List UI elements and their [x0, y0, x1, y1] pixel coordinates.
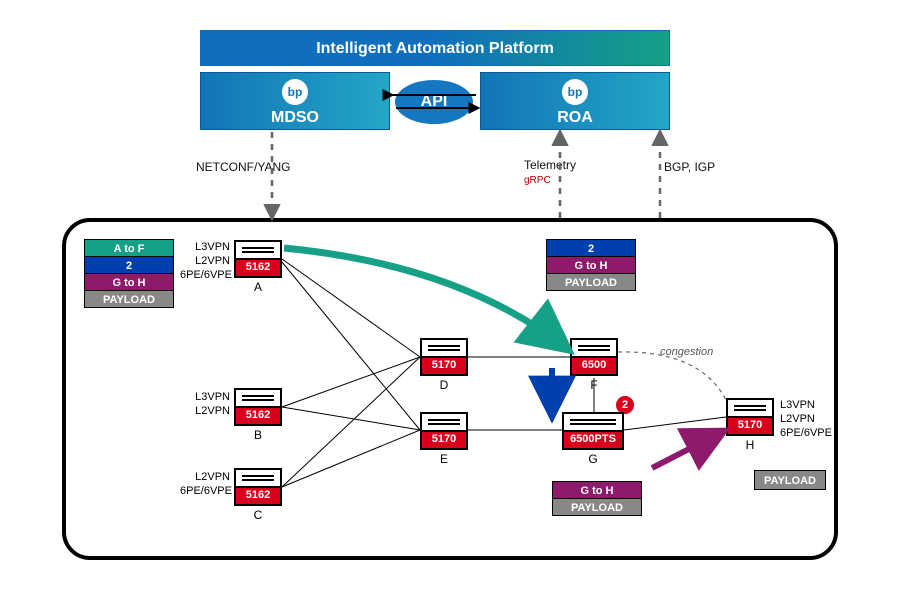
- router-h: 5170 H: [726, 398, 774, 452]
- telemetry-label: TelemetrygRPC: [524, 158, 576, 186]
- router-g-name: G: [562, 450, 624, 466]
- labels-h: L3VPNL2VPN6PE/6VPE: [780, 398, 836, 440]
- mdso-label: MDSO: [201, 105, 389, 127]
- router-e: 5170 E: [420, 412, 468, 466]
- roa-box: bp ROA: [480, 72, 670, 130]
- stack-topright: 2 G to H PAYLOAD: [546, 240, 636, 291]
- router-icon: [234, 468, 282, 488]
- router-c: 5162 C: [234, 468, 282, 522]
- router-c-model: 5162: [234, 488, 282, 506]
- labels-c: L2VPN6PE/6VPE: [180, 470, 230, 498]
- router-b-model: 5162: [234, 408, 282, 426]
- stack-topright-2: 2: [546, 239, 636, 257]
- labels-a: L3VPNL2VPN6PE/6VPE: [180, 240, 230, 282]
- router-d: 5170 D: [420, 338, 468, 392]
- router-b: 5162 B: [234, 388, 282, 442]
- router-e-name: E: [420, 450, 468, 466]
- router-d-name: D: [420, 376, 468, 392]
- router-icon: [234, 388, 282, 408]
- router-d-model: 5170: [420, 358, 468, 376]
- stack-left-payload: PAYLOAD: [84, 290, 174, 308]
- router-a-name: A: [234, 278, 282, 294]
- router-icon: [562, 412, 624, 432]
- router-g: 6500PTS G: [562, 412, 624, 466]
- router-a: 5162 A: [234, 240, 282, 294]
- bgp-label: BGP, IGP: [664, 160, 715, 174]
- stack-mid-payload: PAYLOAD: [552, 498, 642, 516]
- stack-topright-payload: PAYLOAD: [546, 273, 636, 291]
- router-icon: [234, 240, 282, 260]
- stack-mid-gtoh: G to H: [552, 481, 642, 499]
- stack-left: A to F 2 G to H PAYLOAD: [84, 240, 174, 308]
- mdso-box: bp MDSO: [200, 72, 390, 130]
- router-b-name: B: [234, 426, 282, 442]
- router-icon: [726, 398, 774, 418]
- router-h-name: H: [726, 436, 774, 452]
- router-g-model: 6500PTS: [562, 432, 624, 450]
- congestion-label: congestion: [660, 346, 713, 358]
- stack-topright-gtoh: G to H: [546, 256, 636, 274]
- stack-left-gtoh: G to H: [84, 273, 174, 291]
- netconf-label: NETCONF/YANG: [196, 160, 290, 174]
- router-icon: [420, 338, 468, 358]
- bp-badge-mdso: bp: [282, 79, 308, 105]
- router-icon: [570, 338, 618, 358]
- payload-h: PAYLOAD: [754, 470, 826, 490]
- stack-left-atof: A to F: [84, 239, 174, 257]
- stack-mid: G to H PAYLOAD: [552, 482, 642, 516]
- labels-b: L3VPNL2VPN: [180, 390, 230, 418]
- api-oval: API: [395, 80, 473, 124]
- router-f-name: F: [570, 376, 618, 392]
- router-c-name: C: [234, 506, 282, 522]
- router-h-model: 5170: [726, 418, 774, 436]
- router-icon: [420, 412, 468, 432]
- router-f: 6500 F: [570, 338, 618, 392]
- roa-label: ROA: [481, 105, 669, 127]
- bp-badge-roa: bp: [562, 79, 588, 105]
- platform-title: Intelligent Automation Platform: [200, 30, 670, 66]
- router-f-model: 6500: [570, 358, 618, 376]
- router-a-model: 5162: [234, 260, 282, 278]
- stack-left-2: 2: [84, 256, 174, 274]
- router-e-model: 5170: [420, 432, 468, 450]
